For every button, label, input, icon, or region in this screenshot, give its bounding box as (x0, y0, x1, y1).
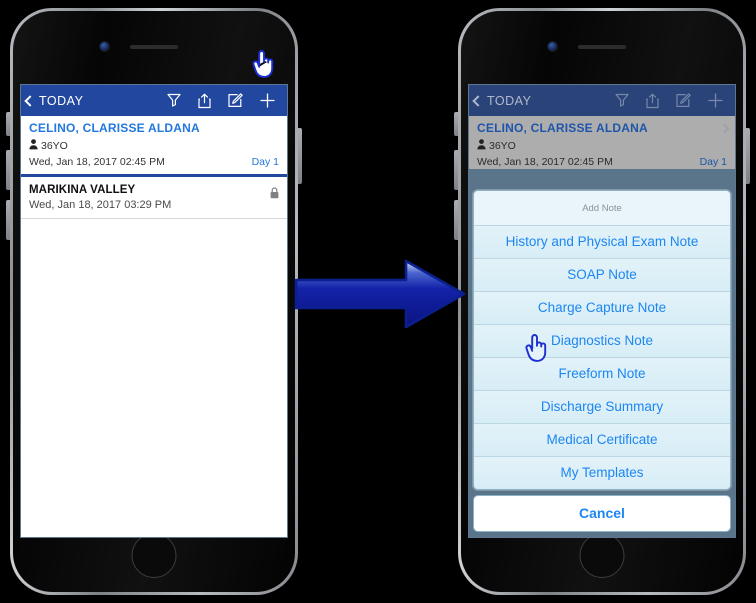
list-item-title: MARIKINA VALLEY (29, 184, 136, 196)
front-camera-icon (548, 42, 557, 51)
navigation-bar: TODAY (469, 85, 735, 116)
volume-up-button[interactable] (454, 150, 458, 190)
list-item[interactable]: MARIKINA VALLEY Wed, Jan 18, 2017 03:29 … (21, 177, 287, 219)
action-sheet-option-history-physical-exam-note[interactable]: History and Physical Exam Note (474, 226, 730, 259)
power-button[interactable] (746, 128, 750, 184)
action-sheet-option-freeform-note[interactable]: Freeform Note (474, 358, 730, 391)
patient-day-badge: Day 1 (251, 156, 279, 168)
person-icon (29, 137, 38, 155)
screenshot-stage: TODAY CELINO, CLARISSE ALDANA 36YO Wed, … (0, 0, 756, 603)
navigation-bar: TODAY (21, 85, 287, 116)
nav-icon-group (167, 93, 279, 109)
screen-left: TODAY CELINO, CLARISSE ALDANA 36YO Wed, … (21, 85, 287, 537)
chevron-left-icon (472, 94, 484, 107)
volume-down-button[interactable] (6, 200, 10, 240)
action-sheet-group: Add Note History and Physical Exam Note … (473, 190, 731, 490)
patient-age: 36YO (489, 140, 516, 152)
person-icon (477, 137, 486, 155)
home-button[interactable] (579, 533, 625, 578)
compose-icon[interactable] (228, 93, 243, 108)
earpiece-speaker (130, 45, 178, 49)
compose-icon (676, 93, 691, 108)
patient-datetime: Wed, Jan 18, 2017 02:45 PM (477, 156, 613, 168)
filter-icon[interactable] (167, 93, 181, 108)
patient-datetime: Wed, Jan 18, 2017 02:45 PM (29, 156, 165, 168)
patient-date-line: Wed, Jan 18, 2017 02:45 PM Day 1 (29, 156, 279, 168)
right-arrow (294, 258, 466, 335)
back-button[interactable]: TODAY (24, 93, 84, 108)
screen-right: TODAY CELINO, CLARISSE ALDANA 36YO Wed, … (469, 85, 735, 537)
home-button[interactable] (131, 533, 177, 578)
action-sheet: Add Note History and Physical Exam Note … (473, 190, 731, 532)
back-button[interactable]: TODAY (472, 93, 532, 108)
patient-day-badge: Day 1 (699, 156, 727, 168)
action-sheet-option-charge-capture-note[interactable]: Charge Capture Note (474, 292, 730, 325)
nav-back-label: TODAY (39, 93, 84, 108)
patient-date-line: Wed, Jan 18, 2017 02:45 PM Day 1 (477, 156, 727, 168)
power-button[interactable] (298, 128, 302, 184)
action-sheet-title: Add Note (474, 191, 730, 226)
lock-icon (270, 186, 279, 204)
patient-age: 36YO (41, 140, 68, 152)
patient-age-line: 36YO (29, 137, 279, 155)
patient-name: CELINO, CLARISSE ALDANA (29, 121, 200, 135)
patient-header-row[interactable]: CELINO, CLARISSE ALDANA 36YO Wed, Jan 18… (21, 116, 287, 177)
chevron-left-icon (24, 94, 36, 107)
action-sheet-option-my-templates[interactable]: My Templates (474, 457, 730, 489)
action-sheet-option-diagnostics-note[interactable]: Diagnostics Note (474, 325, 730, 358)
action-sheet-option-discharge-summary[interactable]: Discharge Summary (474, 391, 730, 424)
mute-switch[interactable] (6, 112, 10, 136)
volume-down-button[interactable] (454, 200, 458, 240)
volume-up-button[interactable] (6, 150, 10, 190)
action-sheet-option-medical-certificate[interactable]: Medical Certificate (474, 424, 730, 457)
nav-icon-group (615, 93, 727, 109)
earpiece-speaker (578, 45, 626, 49)
list-item-subtitle: Wed, Jan 18, 2017 03:29 PM (29, 199, 172, 211)
front-camera-icon (100, 42, 109, 51)
filter-icon (615, 93, 629, 108)
patient-name: CELINO, CLARISSE ALDANA (477, 121, 648, 135)
nav-back-label: TODAY (487, 93, 532, 108)
share-icon (646, 93, 659, 109)
patient-header-row: CELINO, CLARISSE ALDANA 36YO Wed, Jan 18… (469, 116, 735, 177)
add-icon[interactable] (260, 93, 275, 108)
phone-left: TODAY CELINO, CLARISSE ALDANA 36YO Wed, … (6, 8, 302, 595)
phone-right: TODAY CELINO, CLARISSE ALDANA 36YO Wed, … (454, 8, 750, 595)
mute-switch[interactable] (454, 112, 458, 136)
action-sheet-option-soap-note[interactable]: SOAP Note (474, 259, 730, 292)
add-icon (708, 93, 723, 108)
cancel-button[interactable]: Cancel (473, 495, 731, 532)
patient-age-line: 36YO (477, 137, 727, 155)
share-icon[interactable] (198, 93, 211, 109)
